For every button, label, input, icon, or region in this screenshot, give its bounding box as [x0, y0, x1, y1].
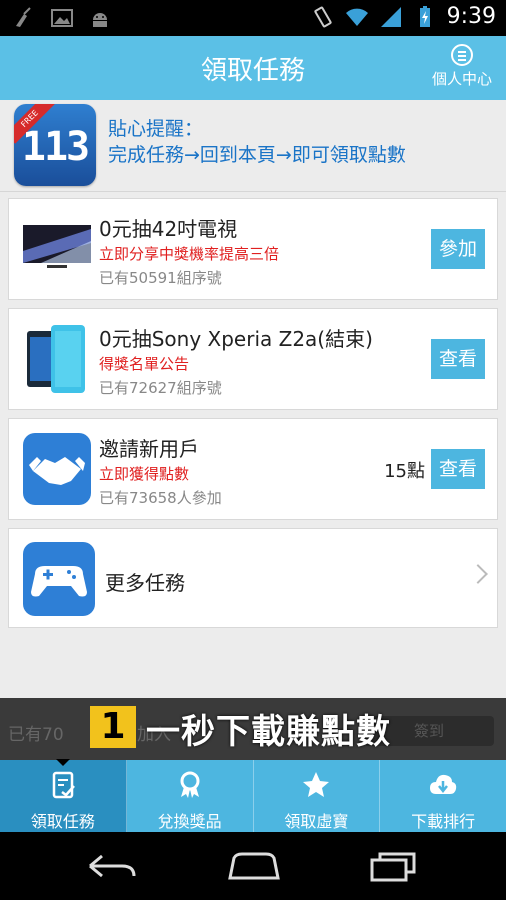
task-subtitle: 得獎名單公告 — [99, 355, 190, 373]
reminder-line-2: 完成任務→回到本頁→即可領取點數 — [108, 144, 406, 166]
task-count: 已有72627組序號 — [99, 379, 222, 397]
recent-apps-icon[interactable] — [368, 850, 420, 882]
banner-badge: 1 — [90, 706, 136, 748]
reminder-text: 貼心提醒： 完成任務→回到本頁→即可領取點數 — [108, 116, 406, 168]
tab-label: 下載排行 — [411, 812, 476, 831]
logo-number: 113 — [21, 124, 90, 170]
ghost-text-1: 已有70 — [8, 725, 64, 745]
task-points: 15點 — [384, 461, 425, 482]
join-button[interactable]: 參加 — [431, 229, 485, 269]
personal-center-button[interactable]: 個人中心 — [426, 44, 498, 89]
home-icon[interactable] — [226, 850, 282, 882]
gamepad-icon — [23, 542, 95, 616]
banner-ghost-text: 已有70 — [8, 720, 64, 745]
image-icon — [51, 9, 73, 27]
tab-label: 領取任務 — [30, 812, 95, 831]
handshake-icon — [23, 433, 91, 505]
tv-thumbnail — [23, 225, 91, 268]
task-card-phone[interactable]: 0元抽Sony Xperia Z2a(結束) 得獎名單公告 已有72627組序號… — [8, 308, 498, 410]
vibrate-icon — [313, 6, 332, 27]
task-count: 已有73658人參加 — [99, 489, 222, 507]
more-tasks-row[interactable]: 更多任務 — [8, 528, 498, 628]
clock: 9:39 — [446, 4, 496, 29]
chevron-right-icon — [468, 564, 488, 584]
app-logo: FREE 113 — [14, 104, 96, 186]
back-icon[interactable] — [86, 850, 138, 882]
tab-label: 兌換獎品 — [157, 812, 222, 831]
app-header: 領取任務 個人中心 — [0, 36, 506, 100]
signal-icon — [380, 6, 401, 27]
task-checklist-icon — [52, 771, 75, 799]
view-button[interactable]: 查看 — [431, 339, 485, 379]
wifi-icon — [345, 8, 368, 26]
promo-banner[interactable]: 已有70 員加入 簽到 1 一秒下載賺點數 — [0, 698, 506, 760]
view-button[interactable]: 查看 — [431, 449, 485, 489]
reminder-panel: FREE 113 貼心提醒： 完成任務→回到本頁→即可領取點數 — [0, 100, 506, 192]
menu-list-icon — [451, 44, 473, 66]
task-subtitle: 立即分享中獎機率提高三倍 — [99, 245, 280, 263]
phone-thumbnail — [27, 325, 85, 393]
more-tasks-label: 更多任務 — [105, 571, 185, 595]
task-name: 0元抽Sony Xperia Z2a(結束) — [99, 327, 373, 351]
award-ribbon-icon — [180, 771, 200, 798]
task-card-invite[interactable]: 邀請新用戶 立即獲得點數 已有73658人參加 15點 查看 — [8, 418, 498, 520]
bottom-nav: 領取任務 兌換獎品 領取虛寶 下載排行 — [0, 759, 506, 832]
task-name: 邀請新用戶 — [99, 437, 199, 461]
tab-download-rank[interactable]: 下載排行 — [380, 760, 506, 832]
reminder-line-1: 貼心提醒： — [108, 118, 204, 140]
task-subtitle: 立即獲得點數 — [99, 465, 190, 483]
system-navigation-bar — [0, 832, 506, 900]
status-bar: 9:39 — [0, 0, 506, 36]
star-icon — [303, 772, 330, 797]
tab-virtual-items[interactable]: 領取虛寶 — [254, 760, 381, 832]
android-icon — [93, 13, 107, 27]
banner-slogan: 一秒下載賺點數 — [146, 712, 391, 752]
tab-tasks[interactable]: 領取任務 — [0, 759, 127, 832]
broom-icon — [16, 7, 31, 27]
tab-label: 領取虛寶 — [284, 812, 349, 831]
task-name: 0元抽42吋電視 — [99, 217, 238, 241]
battery-charging-icon — [419, 5, 430, 27]
personal-center-label: 個人中心 — [431, 70, 492, 88]
tab-redeem[interactable]: 兌換獎品 — [127, 760, 254, 832]
task-card-tv[interactable]: 0元抽42吋電視 立即分享中獎機率提高三倍 已有50591組序號 參加 — [8, 198, 498, 300]
task-count: 已有50591組序號 — [99, 269, 222, 287]
cloud-download-icon — [430, 774, 457, 794]
